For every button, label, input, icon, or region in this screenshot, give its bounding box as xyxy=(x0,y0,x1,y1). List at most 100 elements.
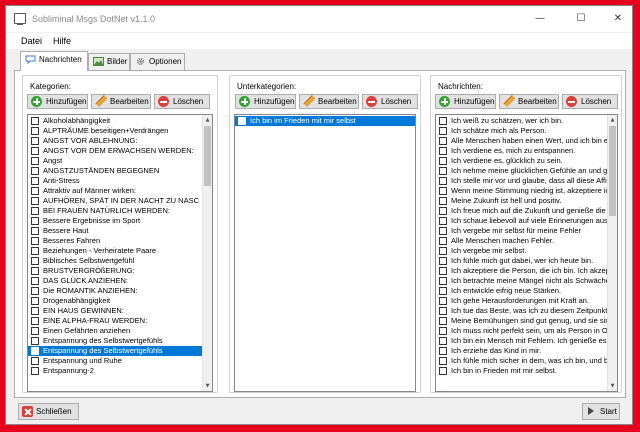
checkbox[interactable] xyxy=(439,317,447,325)
list-item[interactable]: Ich vergebe mir selbst für meine Fehler xyxy=(436,226,607,236)
list-item[interactable]: EINE ALPHA-FRAU WERDEN: xyxy=(28,316,202,326)
list-item[interactable]: DAS GLÜCK ANZIEHEN: xyxy=(28,276,202,286)
checkbox[interactable] xyxy=(439,147,447,155)
checkbox[interactable] xyxy=(439,367,447,375)
list-item[interactable]: Ich schaue liebevoll auf viele Erinnerun… xyxy=(436,216,607,226)
checkbox[interactable] xyxy=(439,247,447,255)
menu-hilfe[interactable]: Hilfe xyxy=(53,36,71,46)
checkbox[interactable] xyxy=(31,147,39,155)
checkbox[interactable] xyxy=(31,177,39,185)
list-item[interactable]: Ich stelle mir vor und glaube, dass all … xyxy=(436,176,607,186)
categories-add-button[interactable]: Hinzufügen xyxy=(27,94,88,109)
list-item[interactable]: Ich fühle mich sicher in dem, was ich bi… xyxy=(436,356,607,366)
messages-add-button[interactable]: Hinzufügen xyxy=(435,94,496,109)
checkbox[interactable] xyxy=(238,117,246,125)
checkbox[interactable] xyxy=(31,277,39,285)
list-item[interactable]: Meine Zukunft ist hell und positiv. xyxy=(436,196,607,206)
list-item[interactable]: Ich schätze mich als Person. xyxy=(436,126,607,136)
list-item[interactable]: Biblisches Selbstwertgefühl xyxy=(28,256,202,266)
menu-datei[interactable]: Datei xyxy=(21,36,42,46)
list-item[interactable]: ANGST VOR DEM ERWACHSEN WERDEN: xyxy=(28,146,202,156)
checkbox[interactable] xyxy=(31,357,39,365)
checkbox[interactable] xyxy=(439,137,447,145)
list-item[interactable]: EIN HAUS GEWINNEN: xyxy=(28,306,202,316)
checkbox[interactable] xyxy=(439,157,447,165)
checkbox[interactable] xyxy=(439,217,447,225)
checkbox[interactable] xyxy=(439,347,447,355)
checkbox[interactable] xyxy=(439,267,447,275)
tab-nachrichten[interactable]: Nachrichten xyxy=(20,51,88,71)
list-item[interactable]: Ich vergebe mir selbst. xyxy=(436,246,607,256)
messages-delete-button[interactable]: Löschen xyxy=(562,94,618,109)
list-item[interactable]: Ich betrachte meine Mängel nicht als Sch… xyxy=(436,276,607,286)
checkbox[interactable] xyxy=(439,177,447,185)
list-item[interactable]: Attraktiv auf Männer wirken: xyxy=(28,186,202,196)
checkbox[interactable] xyxy=(31,197,39,205)
checkbox[interactable] xyxy=(439,257,447,265)
list-item[interactable]: Ich muss nicht perfekt sein, um als Pers… xyxy=(436,326,607,336)
list-item[interactable]: Entspannung des Selbstwertgefühls xyxy=(28,346,202,356)
list-item[interactable]: Wenn meine Stimmung niedrig ist, akzepti… xyxy=(436,186,607,196)
subcategories-list[interactable]: Ich bin im Frieden mit mir selbst xyxy=(234,114,416,392)
scroll-down-icon[interactable]: ▼ xyxy=(608,381,617,391)
checkbox[interactable] xyxy=(439,197,447,205)
list-item[interactable]: Entspannung-2 xyxy=(28,366,202,376)
checkbox[interactable] xyxy=(31,217,39,225)
list-item[interactable]: Ich tue das Beste, was ich zu diesem Zei… xyxy=(436,306,607,316)
categories-edit-button[interactable]: Bearbeiten xyxy=(91,94,151,109)
checkbox[interactable] xyxy=(31,337,39,345)
scroll-thumb[interactable] xyxy=(204,126,211,186)
scroll-down-icon[interactable]: ▼ xyxy=(203,381,212,391)
list-item[interactable]: AUFHÖREN, SPÄT IN DER NACHT ZU NASC xyxy=(28,196,202,206)
checkbox[interactable] xyxy=(439,287,447,295)
messages-edit-button[interactable]: Bearbeiten xyxy=(499,94,559,109)
list-item[interactable]: Ich verdiene es, mich zu entspannen. xyxy=(436,146,607,156)
close-button[interactable]: Schließen xyxy=(18,403,79,420)
checkbox[interactable] xyxy=(439,337,447,345)
list-item[interactable]: ANGSTZUSTÄNDEN BEGEGNEN xyxy=(28,166,202,176)
list-item[interactable]: Beziehungen - Verheiratete Paare xyxy=(28,246,202,256)
checkbox[interactable] xyxy=(31,187,39,195)
list-item[interactable]: Alle Menschen machen Fehler. xyxy=(436,236,607,246)
messages-scrollbar[interactable]: ▲ ▼ xyxy=(607,115,617,391)
checkbox[interactable] xyxy=(439,187,447,195)
list-item[interactable]: Ich gehe Herausforderungen mit Kraft an. xyxy=(436,296,607,306)
minimize-button[interactable]: — xyxy=(528,10,552,28)
subcategories-delete-button[interactable]: Löschen xyxy=(362,94,418,109)
list-item[interactable]: Ich bin im Frieden mit mir selbst xyxy=(235,116,415,126)
checkbox[interactable] xyxy=(439,237,447,245)
maximize-button[interactable]: ☐ xyxy=(569,10,593,28)
title-bar[interactable]: Subliminal Msgs DotNet v1.1.0 — ☐ ✕ xyxy=(6,6,632,32)
checkbox[interactable] xyxy=(439,167,447,175)
subcategories-add-button[interactable]: Hinzufügen xyxy=(235,94,296,109)
categories-delete-button[interactable]: Löschen xyxy=(154,94,210,109)
checkbox[interactable] xyxy=(31,297,39,305)
checkbox[interactable] xyxy=(31,237,39,245)
checkbox[interactable] xyxy=(31,287,39,295)
list-item[interactable]: Ich bin ein Mensch mit Fehlern. Ich geni… xyxy=(436,336,607,346)
checkbox[interactable] xyxy=(31,127,39,135)
list-item[interactable]: Alle Menschen haben einen Wert, und ich … xyxy=(436,136,607,146)
checkbox[interactable] xyxy=(439,207,447,215)
list-item[interactable]: ANGST VOR ABLEHNUNG: xyxy=(28,136,202,146)
scroll-thumb[interactable] xyxy=(609,126,616,216)
checkbox[interactable] xyxy=(439,227,447,235)
start-button[interactable]: Start xyxy=(582,403,620,420)
scroll-up-icon[interactable]: ▲ xyxy=(203,115,212,125)
checkbox[interactable] xyxy=(31,307,39,315)
list-item[interactable]: Einen Gefährten anziehen xyxy=(28,326,202,336)
list-item[interactable]: Ich akzeptiere die Person, die ich bin. … xyxy=(436,266,607,276)
checkbox[interactable] xyxy=(31,267,39,275)
list-item[interactable]: Besseres Fahren xyxy=(28,236,202,246)
checkbox[interactable] xyxy=(31,327,39,335)
checkbox[interactable] xyxy=(31,157,39,165)
checkbox[interactable] xyxy=(31,247,39,255)
checkbox[interactable] xyxy=(439,117,447,125)
list-item[interactable]: Ich erziehe das Kind in mir. xyxy=(436,346,607,356)
checkbox[interactable] xyxy=(439,357,447,365)
list-item[interactable]: Meine Bemühungen sind gut genug, und sie… xyxy=(436,316,607,326)
checkbox[interactable] xyxy=(31,167,39,175)
checkbox[interactable] xyxy=(439,297,447,305)
tab-optionen[interactable]: Optionen xyxy=(130,53,185,70)
list-item[interactable]: BEI FRAUEN NATÜRLICH WERDEN: xyxy=(28,206,202,216)
